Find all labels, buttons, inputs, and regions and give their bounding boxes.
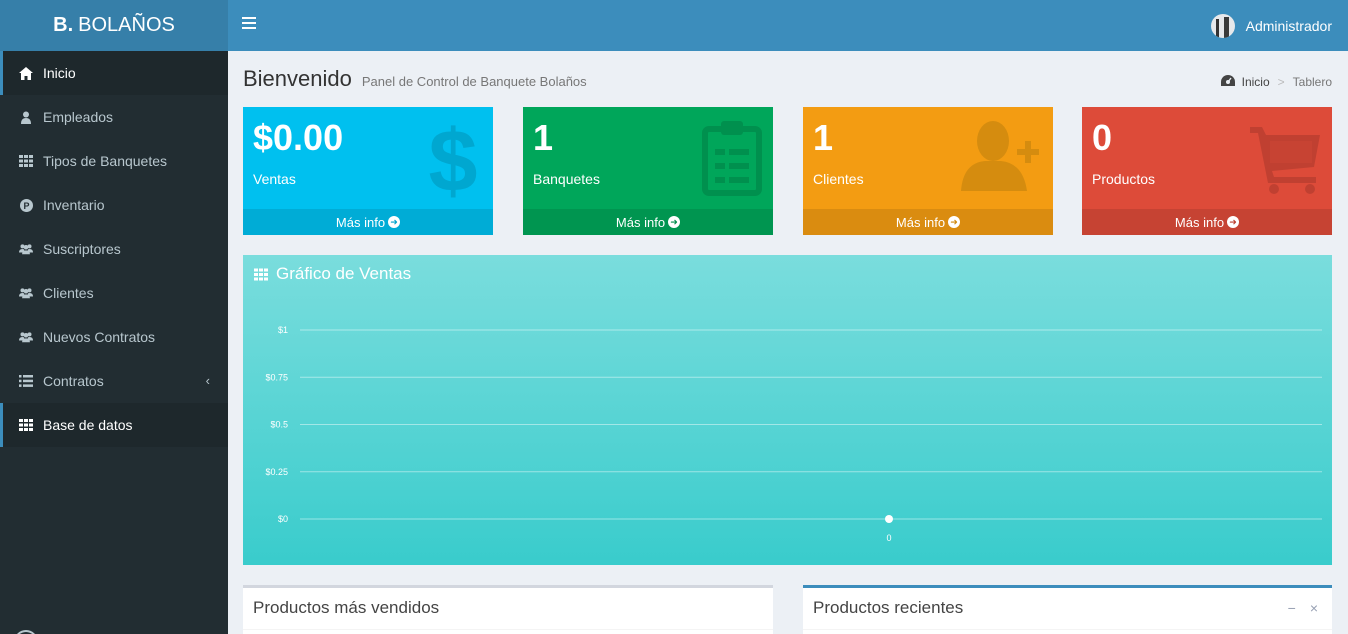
breadcrumb-separator: > — [1277, 75, 1285, 89]
chevron-left-icon[interactable]: ‹ — [206, 373, 210, 388]
sidebar-item-label: Empleados — [43, 109, 114, 125]
sidebar-item-suscriptores[interactable]: Suscriptores — [0, 227, 228, 271]
sidebar-item-contratos[interactable]: Contratos ‹ — [0, 359, 228, 403]
stat-label: Banquetes — [533, 171, 600, 187]
users-icon — [19, 286, 33, 300]
dashboard-icon — [1220, 75, 1235, 89]
parking-icon: P — [19, 198, 33, 212]
sidebar-item-label: Nuevos Contratos — [43, 329, 156, 345]
x-tick-label: 0 — [886, 533, 891, 543]
sales-chart: $1 $0.75 $0.5 $0.25 $0 0 — [265, 325, 1322, 543]
minimize-icon[interactable]: − — [1288, 600, 1296, 616]
sidebar-item-tipos-banquetes[interactable]: Tipos de Banquetes — [0, 139, 228, 183]
more-info-button[interactable]: Más info ➜ — [523, 209, 773, 235]
recent-products-panel: Productos recientes − × — [803, 585, 1332, 634]
user-menu[interactable]: Administrador — [1210, 14, 1332, 38]
stat-box-banquetes: 1 Banquetes Más info ➜ — [523, 107, 773, 235]
sidebar-item-nuevos-contratos[interactable]: Nuevos Contratos — [0, 315, 228, 359]
more-info-label: Más info — [335, 214, 386, 230]
stat-box-clientes: 1 Clientes Más info ➜ — [803, 107, 1053, 235]
grid-icon — [254, 267, 268, 281]
stat-value: $0.00 — [253, 117, 344, 158]
user-name: Administrador — [1245, 18, 1332, 34]
clipboard-icon — [701, 119, 763, 202]
stat-box-ventas: $0.00 Ventas $ Más info ➜ — [243, 107, 493, 235]
divider — [803, 629, 1332, 630]
panel-title: Productos recientes — [813, 598, 964, 617]
stat-value: 1 — [533, 117, 554, 158]
stat-value: 0 — [1092, 117, 1113, 158]
stat-box-productos: 0 Productos Más info ➜ — [1082, 107, 1332, 235]
arrow-circle-right-icon: ➜ — [1227, 216, 1240, 228]
y-tick-label: $1 — [278, 325, 288, 335]
chart-title-text: Gráfico de Ventas — [276, 264, 412, 283]
sidebar-toggle-icon[interactable] — [242, 17, 256, 31]
more-info-label: Más info — [615, 214, 666, 230]
stat-label: Productos — [1092, 171, 1156, 187]
more-info-label: Más info — [1174, 214, 1225, 230]
stat-value: 1 — [813, 117, 834, 158]
brand-logo[interactable]: B. BOLAÑOS — [0, 0, 228, 51]
stat-label: Clientes — [813, 171, 864, 187]
sidebar-item-label: Inventario — [43, 197, 105, 213]
stat-label: Ventas — [253, 171, 296, 187]
sidebar-item-label: Clientes — [43, 285, 94, 301]
more-info-button[interactable]: Más info ➜ — [243, 209, 493, 235]
user-circle-icon — [14, 630, 38, 634]
dollar-icon: $ — [423, 111, 483, 210]
y-tick-label: $0 — [278, 514, 288, 524]
sidebar-item-inicio[interactable]: Inicio — [0, 51, 228, 95]
content-header: Bienvenido Panel de Control de Banquete … — [243, 66, 587, 92]
top-navbar: Administrador — [228, 0, 1348, 51]
user-plus-icon — [961, 119, 1043, 196]
user-avatar — [1210, 14, 1235, 38]
sidebar-item-label: Contratos — [43, 373, 104, 389]
sidebar-item-label: Suscriptores — [43, 241, 121, 257]
users-icon — [19, 330, 33, 344]
breadcrumb: Inicio > Tablero — [1220, 75, 1332, 89]
grid-icon — [19, 418, 33, 432]
grid-icon — [19, 154, 33, 168]
sidebar-item-label: Inicio — [43, 65, 76, 81]
brand-name: BOLAÑOS — [78, 14, 175, 36]
breadcrumb-home-link[interactable]: Inicio — [1242, 75, 1270, 89]
sidebar-item-empleados[interactable]: Empleados — [0, 95, 228, 139]
sales-chart-box: $1 $0.75 $0.5 $0.25 $0 0 Gráfico de Ventas — [243, 255, 1332, 565]
breadcrumb-current: Tablero — [1292, 75, 1332, 89]
best-sellers-panel: Productos más vendidos — [243, 585, 773, 634]
sidebar: Inicio Empleados Tipos de Banquetes P In… — [0, 51, 228, 634]
cart-icon — [1250, 123, 1322, 200]
panel-tools: − × — [1288, 600, 1318, 616]
list-icon — [19, 374, 33, 388]
page-title: Bienvenido — [243, 66, 352, 91]
arrow-circle-right-icon: ➜ — [388, 216, 401, 228]
sidebar-item-clientes[interactable]: Clientes — [0, 271, 228, 315]
y-tick-label: $0.75 — [265, 372, 288, 382]
sidebar-item-inventario[interactable]: P Inventario — [0, 183, 228, 227]
home-icon — [19, 66, 33, 80]
divider — [243, 629, 773, 630]
close-icon[interactable]: × — [1310, 600, 1318, 616]
chart-title: Gráfico de Ventas — [254, 264, 411, 284]
y-tick-label: $0.25 — [265, 467, 288, 477]
user-icon — [19, 110, 33, 124]
brand-initial: B. — [53, 14, 74, 36]
arrow-circle-right-icon: ➜ — [668, 216, 681, 228]
page-subtitle: Panel de Control de Banquete Bolaños — [361, 74, 587, 89]
svg-text:P: P — [23, 201, 29, 211]
sidebar-item-label: Tipos de Banquetes — [43, 153, 168, 169]
more-info-button[interactable]: Más info ➜ — [803, 209, 1053, 235]
sidebar-item-base-datos[interactable]: Base de datos — [0, 403, 228, 447]
data-point[interactable] — [885, 515, 893, 523]
arrow-circle-right-icon: ➜ — [948, 216, 961, 228]
sidebar-item-label: Base de datos — [43, 417, 133, 433]
y-tick-label: $0.5 — [270, 420, 288, 430]
users-icon — [19, 242, 33, 256]
panel-title: Productos más vendidos — [253, 598, 440, 617]
more-info-label: Más info — [895, 214, 946, 230]
more-info-button[interactable]: Más info ➜ — [1082, 209, 1332, 235]
svg-text:$: $ — [429, 119, 478, 199]
